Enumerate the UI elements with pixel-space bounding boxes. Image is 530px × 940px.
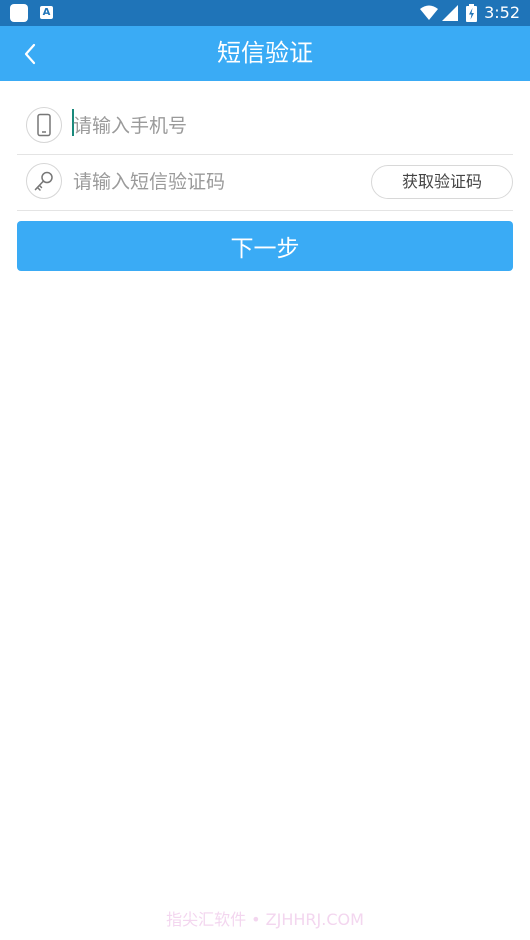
key-icon [34,171,53,191]
app-bar: 短信验证 [0,26,530,81]
status-time: 3:52 [484,3,520,22]
code-row: 获取验证码 [17,154,513,211]
next-step-button[interactable]: 下一步 [17,221,513,271]
wifi-icon [420,5,438,20]
signal-icon [442,5,458,21]
phone-input[interactable] [73,106,363,146]
battery-icon [466,4,477,22]
get-code-button[interactable]: 获取验证码 [371,165,513,199]
watermark: 指尖汇软件 • ZJHHRJ.COM [166,910,364,929]
phone-row [17,98,513,155]
status-bar: A 3:52 [0,0,530,26]
app-icon [10,4,28,22]
phone-icon-circle [26,107,62,143]
phone-icon [37,113,51,137]
key-icon-circle [26,163,62,199]
notification-icon: A [40,6,53,19]
page-title: 短信验证 [217,39,313,67]
sms-code-input[interactable] [73,162,363,202]
